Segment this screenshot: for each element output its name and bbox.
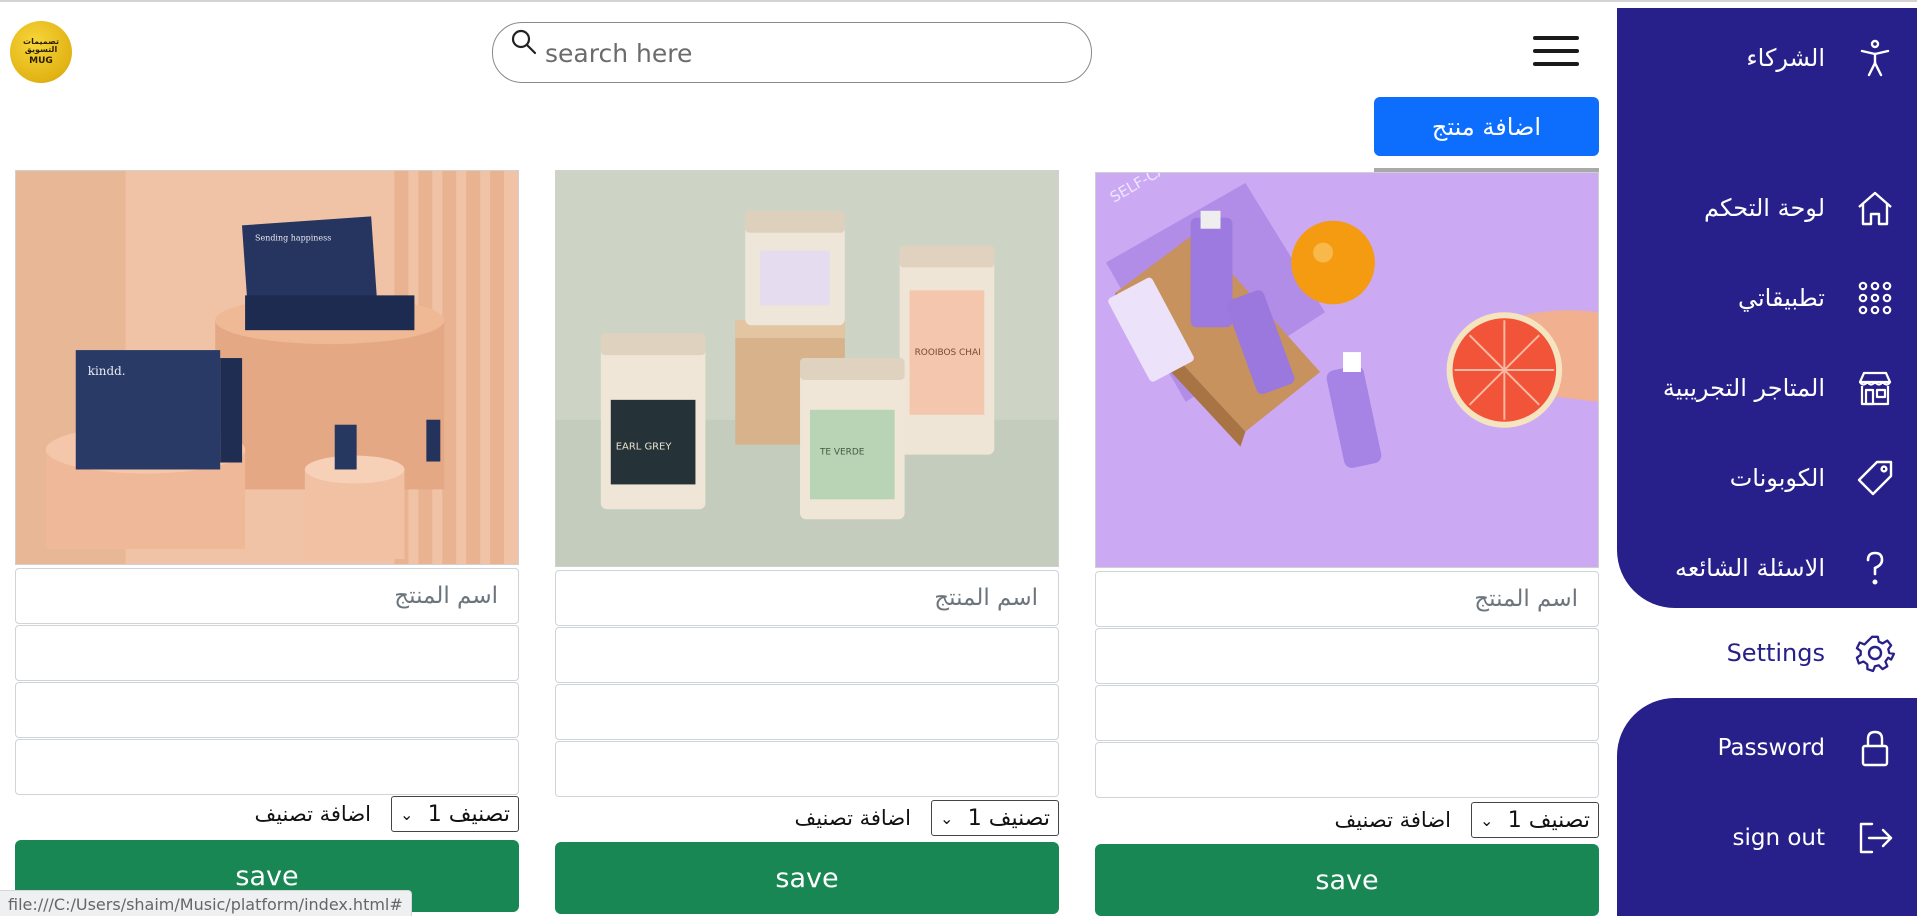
sidebar-item-label: المتاجر التجريبية [1662, 374, 1825, 402]
category-select[interactable]: ⌄ تصنيف 1 [931, 800, 1059, 836]
save-button[interactable]: save [555, 842, 1059, 914]
add-product-button[interactable]: اضافة منتج [1374, 97, 1599, 156]
category-value: تصنيف 1 [1507, 807, 1590, 833]
sidebar-item-label: Password [1717, 735, 1825, 761]
hamburger-menu-button[interactable] [1533, 36, 1579, 66]
svg-text:kindd.: kindd. [88, 364, 126, 378]
save-button[interactable]: save [1095, 844, 1599, 916]
sidebar: الشركاء لوحة التحكم تطبيقاتي المتاجر الت… [1617, 8, 1917, 916]
product-name-input[interactable] [555, 570, 1059, 626]
question-icon [1855, 548, 1895, 588]
product-field-input[interactable] [555, 684, 1059, 740]
category-row: اضافة تصنيف ⌄ تصنيف 1 [555, 800, 1059, 836]
add-category-label[interactable]: اضافة تصنيف [794, 806, 911, 830]
chevron-down-icon: ⌄ [940, 808, 954, 828]
sign-out-icon [1855, 818, 1895, 858]
product-image: kindd. Sending happiness [15, 170, 519, 565]
svg-text:EARL GREY: EARL GREY [616, 442, 673, 453]
search-icon[interactable] [509, 27, 539, 57]
category-row: اضافة تصنيف ⌄ تصنيف 1 [1095, 802, 1599, 838]
chevron-down-icon: ⌄ [1480, 810, 1494, 830]
apps-grid-icon [1855, 278, 1895, 318]
product-field-input[interactable] [1095, 628, 1599, 684]
svg-text:TE VERDE: TE VERDE [819, 448, 865, 458]
sidebar-item-label: الشركاء [1746, 44, 1825, 72]
product-field-input[interactable] [555, 627, 1059, 683]
gear-icon [1855, 633, 1895, 673]
category-value: تصنيف 1 [967, 805, 1050, 831]
product-field-input[interactable] [15, 625, 519, 681]
sidebar-item-dashboard[interactable]: لوحة التحكم [1617, 178, 1917, 238]
product-field-input[interactable] [555, 741, 1059, 797]
search-box [492, 22, 1092, 83]
category-select[interactable]: ⌄ تصنيف 1 [1471, 802, 1599, 838]
chevron-down-icon: ⌄ [400, 804, 414, 824]
sidebar-item-settings[interactable]: Settings [1617, 608, 1917, 698]
add-category-label[interactable]: اضافة تصنيف [254, 802, 371, 826]
product-field-input[interactable] [15, 682, 519, 738]
sidebar-item-label: تطبيقاتي [1738, 284, 1825, 312]
sidebar-item-label: الاسئلة الشائعه [1675, 554, 1825, 582]
sidebar-item-label: Settings [1726, 639, 1825, 667]
store-icon [1855, 368, 1895, 408]
sidebar-item-sign-out[interactable]: sign out [1617, 808, 1917, 868]
add-category-label[interactable]: اضافة تصنيف [1334, 808, 1451, 832]
product-image: SELF-CARE [1095, 172, 1599, 568]
product-field-input[interactable] [15, 739, 519, 795]
search-input[interactable] [545, 35, 1065, 71]
sidebar-item-label: sign out [1732, 825, 1825, 851]
accessibility-icon [1855, 38, 1895, 78]
svg-text:ROOIBOS CHAI: ROOIBOS CHAI [915, 348, 981, 358]
menu-bar [1533, 49, 1579, 53]
menu-bar [1533, 62, 1579, 66]
product-name-input[interactable] [15, 568, 519, 624]
category-select[interactable]: ⌄ تصنيف 1 [391, 796, 519, 832]
sidebar-item-label: الكوبونات [1729, 464, 1825, 492]
brand-logo[interactable]: تصميمات التسويق MUG [10, 21, 72, 83]
logo-brand: MUG [29, 56, 53, 67]
browser-status-bar: file:///C:/Users/shaim/Music/platform/in… [0, 890, 412, 916]
sidebar-item-label: لوحة التحكم [1704, 194, 1825, 222]
lock-icon [1855, 728, 1895, 768]
product-field-input[interactable] [1095, 685, 1599, 741]
sidebar-item-partners[interactable]: الشركاء [1617, 28, 1917, 88]
home-icon [1855, 188, 1895, 228]
product-name-input[interactable] [1095, 571, 1599, 627]
product-image: EARL GREY TE VERDE ROOIBOS CHAI [555, 170, 1059, 567]
sidebar-item-my-apps[interactable]: تطبيقاتي [1617, 268, 1917, 328]
sidebar-item-faq[interactable]: الاسئلة الشائعه [1617, 538, 1917, 598]
category-row: اضافة تصنيف ⌄ تصنيف 1 [15, 796, 519, 832]
category-value: تصنيف 1 [427, 801, 510, 827]
tag-icon [1855, 458, 1895, 498]
sidebar-item-demo-stores[interactable]: المتاجر التجريبية [1617, 358, 1917, 418]
sidebar-item-password[interactable]: Password [1617, 718, 1917, 778]
logo-text: تصميمات التسويق [23, 36, 59, 54]
svg-text:Sending happiness: Sending happiness [255, 234, 331, 243]
menu-bar [1533, 36, 1579, 40]
sidebar-item-coupons[interactable]: الكوبونات [1617, 448, 1917, 508]
product-field-input[interactable] [1095, 742, 1599, 798]
